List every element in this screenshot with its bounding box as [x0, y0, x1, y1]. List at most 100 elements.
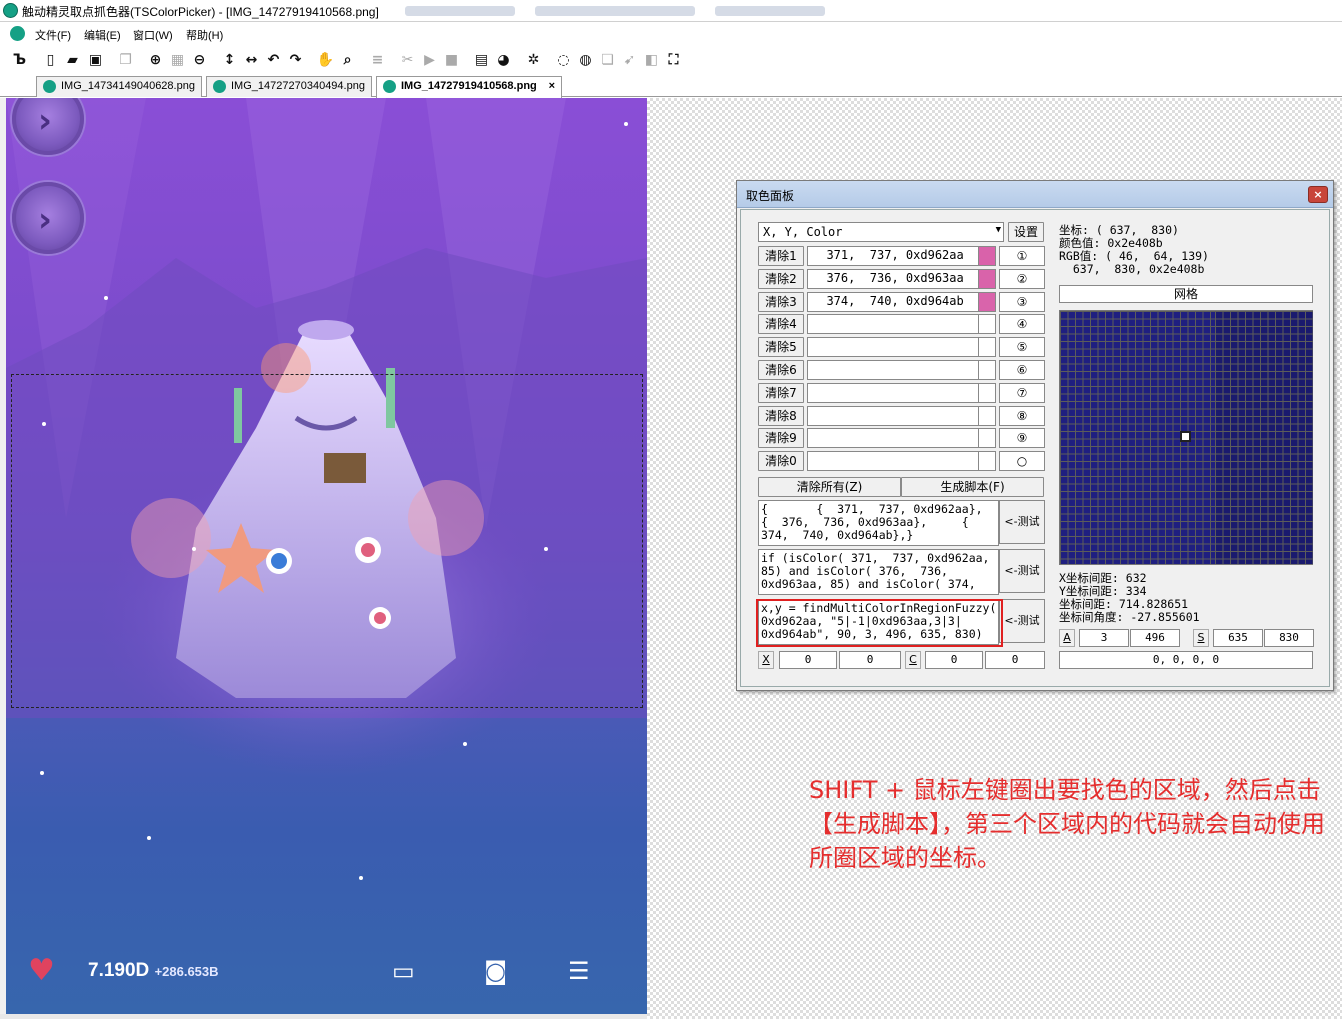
color-swatch — [978, 337, 996, 357]
copy-icon[interactable]: ❐ — [116, 50, 135, 69]
x-label: X — [758, 651, 774, 669]
magnifier-view — [1059, 310, 1313, 565]
color-value-field[interactable] — [807, 451, 979, 471]
color-value-field[interactable] — [807, 360, 979, 380]
settings-button[interactable]: 设置 — [1008, 222, 1044, 242]
clear-row-button[interactable]: 清除8 — [758, 406, 804, 426]
close-icon[interactable]: × — [1308, 186, 1328, 203]
menu-window[interactable]: 窗口(W) — [133, 27, 173, 43]
x-field-1[interactable]: 0 — [779, 651, 837, 669]
row-number-button[interactable]: ○ — [999, 451, 1045, 471]
tab-image-3[interactable]: IMG_14727919410568.png × — [376, 76, 562, 98]
copy-region-icon[interactable]: ❏ — [598, 50, 617, 69]
mode-select[interactable]: X, Y, Color ▼ — [758, 222, 1004, 242]
clear-row-button[interactable]: 清除3 — [758, 292, 804, 312]
tab-image-2[interactable]: IMG_14727270340494.png — [206, 76, 372, 97]
rotate-left-icon[interactable]: ↶ — [264, 50, 283, 69]
app-menu-icon[interactable] — [10, 26, 25, 41]
color-value-field[interactable]: 374, 740, 0xd964ab — [807, 292, 979, 312]
test-button-1[interactable]: <-测试 — [999, 500, 1045, 544]
color-value-field[interactable] — [807, 406, 979, 426]
tab-image-1[interactable]: IMG_14734149040628.png — [36, 76, 202, 97]
list-icon[interactable]: ≡ — [368, 50, 387, 69]
color-value-field[interactable] — [807, 428, 979, 448]
row-number-button[interactable]: ⑥ — [999, 360, 1045, 380]
crop-icon[interactable]: ◧ — [642, 50, 661, 69]
color-value-field[interactable]: 376, 736, 0xd963aa — [807, 269, 979, 289]
blurred-region — [715, 6, 825, 16]
grid-toggle[interactable]: 网格 — [1059, 285, 1313, 303]
panel-title: 取色面板 — [746, 189, 795, 203]
row-number-button[interactable]: ⑤ — [999, 337, 1045, 357]
code-box-table[interactable]: { { 371, 737, 0xd962aa}, { 376, 736, 0xd… — [758, 500, 999, 546]
c-field-2[interactable]: 0 — [985, 651, 1045, 669]
capture-icon[interactable]: ◌ — [554, 50, 573, 69]
new-file-icon[interactable]: ▯ — [41, 50, 60, 69]
close-tab-icon[interactable]: × — [549, 80, 555, 92]
vr-goggles-icon[interactable]: ▭ — [392, 957, 415, 985]
camera-icon[interactable]: ◙ — [484, 957, 507, 985]
menu-file[interactable]: 文件(F) — [35, 27, 71, 43]
s-field-1[interactable]: 635 — [1213, 629, 1263, 647]
flip-horizontal-icon[interactable]: ↔ — [242, 50, 261, 69]
clear-row-button[interactable]: 清除2 — [758, 269, 804, 289]
clear-row-button[interactable]: 清除1 — [758, 246, 804, 266]
menu-list-icon[interactable]: ☰ — [568, 957, 590, 985]
test-button-2[interactable]: <-测试 — [999, 549, 1045, 593]
a-field-2[interactable]: 496 — [1130, 629, 1180, 647]
clear-row-button[interactable]: 清除4 — [758, 314, 804, 334]
selection-rectangle[interactable] — [11, 374, 643, 708]
clear-row-button[interactable]: 清除6 — [758, 360, 804, 380]
row-number-button[interactable]: ② — [999, 269, 1045, 289]
pointer-icon[interactable]: ➹ — [620, 50, 639, 69]
clear-row-button[interactable]: 清除5 — [758, 337, 804, 357]
menu-help[interactable]: 帮助(H) — [186, 27, 223, 43]
capture-window-icon[interactable]: ◍ — [576, 50, 595, 69]
hand-tool-icon[interactable]: ✋ — [316, 50, 335, 69]
test-button-3[interactable]: <-测试 — [999, 599, 1045, 643]
row-number-button[interactable]: ⑧ — [999, 406, 1045, 426]
flip-vertical-icon[interactable]: ↕ — [220, 50, 239, 69]
row-number-button[interactable]: ④ — [999, 314, 1045, 334]
magnifier-crosshair — [1180, 431, 1191, 442]
x-field-2[interactable]: 0 — [839, 651, 901, 669]
open-folder-icon[interactable]: ▰ — [63, 50, 82, 69]
play-icon[interactable]: ▶ — [420, 50, 439, 69]
zoom-out-icon[interactable]: ⊖ — [190, 50, 209, 69]
clear-row-button[interactable]: 清除7 — [758, 383, 804, 403]
panel-title-bar[interactable]: 取色面板 × — [737, 181, 1333, 208]
color-swatch — [978, 314, 996, 334]
menu-edit[interactable]: 编辑(E) — [84, 27, 121, 43]
color-value-field[interactable] — [807, 314, 979, 334]
row-number-button[interactable]: ⑦ — [999, 383, 1045, 403]
zoom-in-icon[interactable]: ⊕ — [146, 50, 165, 69]
gear-icon[interactable]: ✲ — [524, 50, 543, 69]
s-field-2[interactable]: 830 — [1264, 629, 1314, 647]
stop-icon[interactable]: ■ — [442, 50, 461, 69]
row-number-button[interactable]: ⑨ — [999, 428, 1045, 448]
a-field-1[interactable]: 3 — [1079, 629, 1129, 647]
search-icon[interactable]: ⌕ — [338, 50, 357, 69]
palette-icon[interactable]: ◕ — [494, 50, 513, 69]
forward-button[interactable]: › — [12, 182, 84, 254]
ts-logo-icon[interactable]: Ъ — [10, 50, 29, 69]
clear-all-button[interactable]: 清除所有(Z) — [758, 477, 901, 497]
rotate-right-icon[interactable]: ↷ — [286, 50, 305, 69]
row-number-button[interactable]: ③ — [999, 292, 1045, 312]
color-value-field[interactable]: 371, 737, 0xd962aa — [807, 246, 979, 266]
actual-size-icon[interactable]: ▦ — [168, 50, 187, 69]
a-label: A — [1059, 629, 1075, 647]
save-icon[interactable]: ▣ — [86, 50, 105, 69]
fullscreen-icon[interactable]: ⛶ — [664, 50, 683, 69]
row-number-button[interactable]: ① — [999, 246, 1045, 266]
clear-row-button[interactable]: 清除0 — [758, 451, 804, 471]
clear-row-button[interactable]: 清除9 — [758, 428, 804, 448]
c-field-1[interactable]: 0 — [925, 651, 983, 669]
color-value-field[interactable] — [807, 337, 979, 357]
cut-icon[interactable]: ✂ — [398, 50, 417, 69]
generate-script-button[interactable]: 生成脚本(F) — [901, 477, 1044, 497]
color-value-field[interactable] — [807, 383, 979, 403]
code-box-iscolor[interactable]: if (isColor( 371, 737, 0xd962aa, 85) and… — [758, 549, 999, 595]
document-icon[interactable]: ▤ — [472, 50, 491, 69]
instruction-note: SHIFT + 鼠标左键圈出要找色的区域，然后点击【生成脚本】，第三个区域内的代… — [809, 776, 1325, 872]
